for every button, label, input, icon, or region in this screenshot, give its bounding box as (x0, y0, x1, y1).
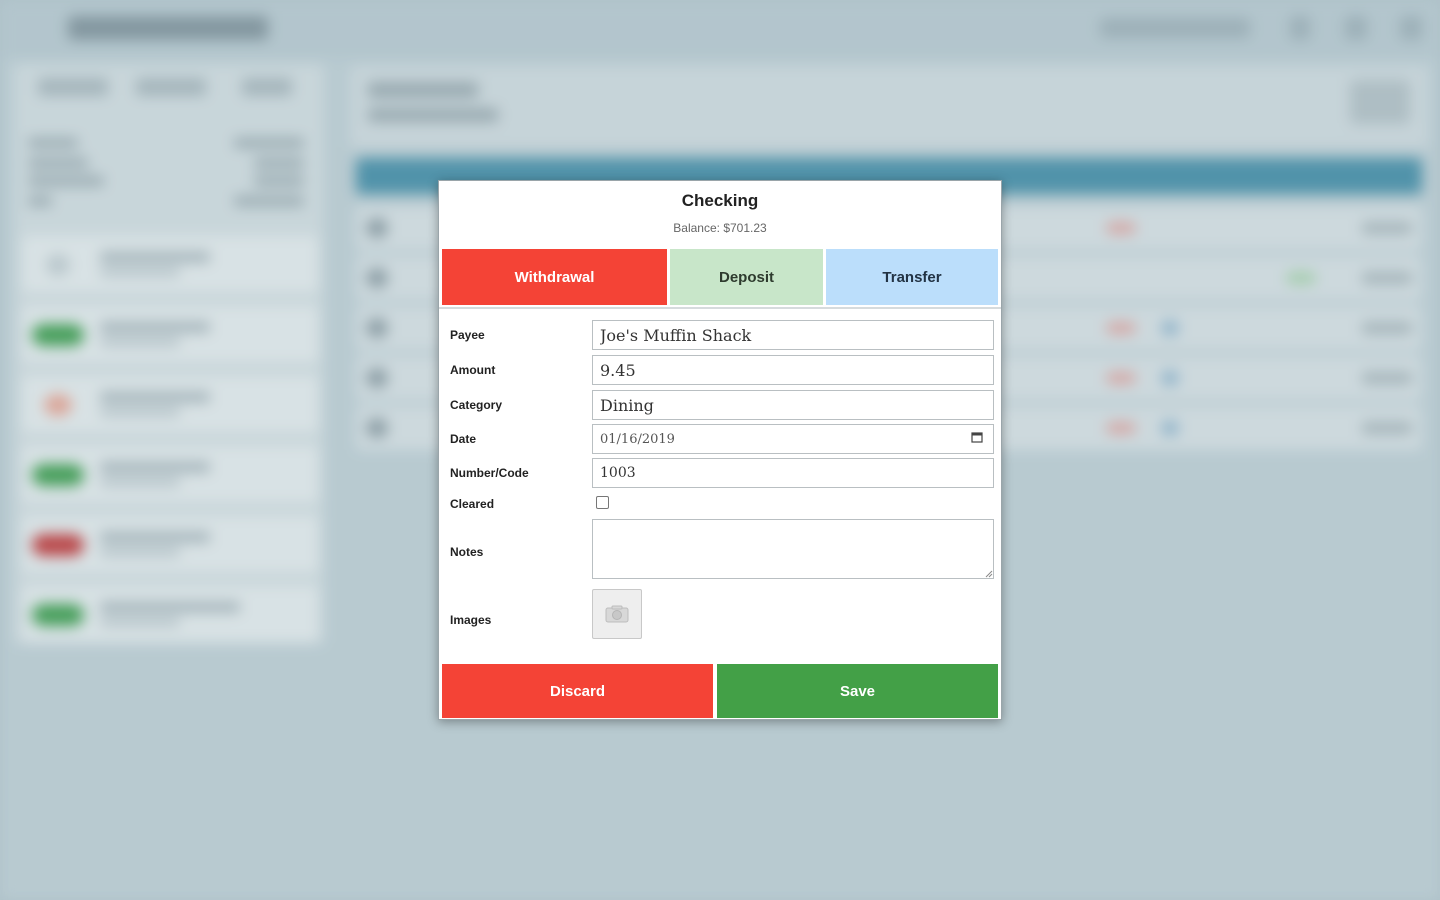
transaction-type-tabs: Withdrawal Deposit Transfer (442, 249, 998, 305)
notes-field[interactable] (592, 519, 994, 579)
dialog-footer: Discard Save (442, 664, 998, 718)
account-balance: Balance: $701.23 (673, 221, 767, 235)
transaction-dialog: Checking Balance: $701.23 Withdrawal Dep… (438, 180, 1002, 720)
camera-icon (605, 605, 629, 623)
notes-label: Notes (450, 545, 484, 559)
cleared-checkbox[interactable] (596, 496, 609, 509)
number-code-label: Number/Code (450, 466, 529, 480)
date-label: Date (450, 432, 477, 446)
tab-deposit[interactable]: Deposit (670, 249, 826, 305)
amount-field[interactable] (592, 355, 994, 385)
category-label: Category (450, 398, 503, 412)
date-field[interactable] (592, 424, 994, 454)
divider (439, 307, 1001, 309)
number-code-field[interactable] (592, 458, 994, 488)
tab-transfer[interactable]: Transfer (826, 249, 998, 305)
cleared-label: Cleared (450, 497, 495, 511)
calendar-icon[interactable] (971, 431, 983, 443)
images-label: Images (450, 613, 492, 627)
dialog-title: Checking (681, 191, 759, 210)
payee-field[interactable] (592, 320, 994, 350)
resize-grip-icon[interactable] (985, 570, 993, 578)
add-image-button[interactable] (592, 589, 642, 639)
category-field[interactable] (592, 390, 994, 420)
amount-label: Amount (450, 363, 496, 377)
tab-withdrawal[interactable]: Withdrawal (442, 249, 670, 305)
discard-button[interactable]: Discard (442, 664, 717, 718)
save-button[interactable]: Save (717, 664, 998, 718)
payee-label: Payee (450, 328, 485, 342)
